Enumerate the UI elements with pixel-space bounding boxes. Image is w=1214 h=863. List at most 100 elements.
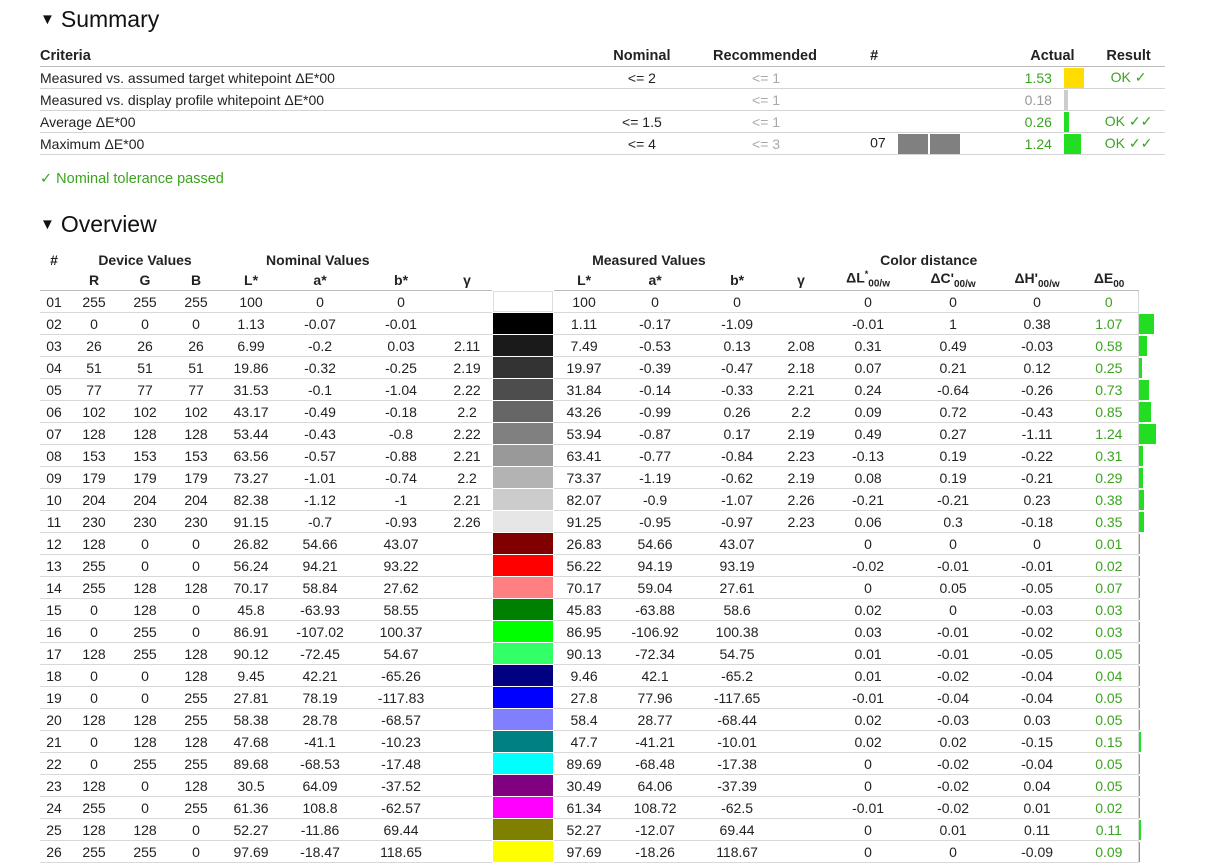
cell-r: 26 xyxy=(68,334,120,357)
cell-g: 128 xyxy=(120,818,170,841)
cell-mg xyxy=(778,840,825,863)
cell-nl: 58.38 xyxy=(222,708,281,731)
cell-ma: -41.21 xyxy=(614,730,697,753)
summary-actual: 1.53 xyxy=(1012,66,1064,89)
cell-mb: -1.07 xyxy=(696,488,779,511)
delta-e-bar xyxy=(1138,511,1144,532)
overview-section-toggle[interactable]: ▼ Overview xyxy=(40,211,157,238)
measured-patch-swatch xyxy=(897,133,928,154)
cell-dl: 0.01 xyxy=(824,664,913,687)
cell-de: 0.29 xyxy=(1080,466,1139,489)
cell-ng xyxy=(442,686,493,709)
cell-dh: -0.05 xyxy=(994,576,1081,599)
cell-dl: 0 xyxy=(824,774,913,797)
cell-ma: -0.14 xyxy=(614,378,697,401)
color-patch-swatch xyxy=(493,709,554,730)
cell-na: -0.57 xyxy=(280,444,361,467)
cell-dl: 0.08 xyxy=(824,466,913,489)
cell-dl: 0 xyxy=(824,840,913,863)
cell-g: 179 xyxy=(120,466,170,489)
cell-dc: 0.01 xyxy=(912,818,995,841)
measured-a-header: a* xyxy=(614,269,697,291)
cell-ma: -0.39 xyxy=(614,356,697,379)
cell-dh: -0.04 xyxy=(994,664,1081,687)
color-patch-swatch xyxy=(493,335,554,356)
cell-r: 0 xyxy=(68,620,120,643)
summary-criteria: Average ΔE*00 xyxy=(40,110,487,133)
delta-e-bar xyxy=(1138,489,1144,510)
cell-na: -63.93 xyxy=(280,598,361,621)
cell-dh: -0.22 xyxy=(994,444,1081,467)
cell-nb: 118.65 xyxy=(360,840,443,863)
cell-ma: -18.26 xyxy=(614,840,697,863)
delta-e-bar xyxy=(1138,621,1140,642)
delta-e-bar xyxy=(1138,357,1142,378)
cell-dl: 0.06 xyxy=(824,510,913,533)
delta-e-bar xyxy=(1138,665,1140,686)
cell-mg xyxy=(778,664,825,687)
cell-mb: 100.38 xyxy=(696,620,779,643)
cell-n: 18 xyxy=(40,664,68,687)
cell-dl: 0 xyxy=(824,532,913,555)
cell-b: 255 xyxy=(170,290,223,313)
cell-dh: 0 xyxy=(994,532,1081,555)
cell-ml: 70.17 xyxy=(554,576,615,599)
cell-mb: -62.5 xyxy=(696,796,779,819)
cell-ng: 2.2 xyxy=(442,400,493,423)
cell-n: 21 xyxy=(40,730,68,753)
cell-de: 0.05 xyxy=(1080,774,1139,797)
cell-ng: 2.19 xyxy=(442,356,493,379)
cell-na: 28.78 xyxy=(280,708,361,731)
cell-dc: 0 xyxy=(912,290,995,313)
overview-row: 05 77 77 77 31.53 -0.1 -1.04 2.22 31.84 -0.14 -0.3… xyxy=(40,378,1166,401)
cell-b: 128 xyxy=(170,664,223,687)
measured-b-header: b* xyxy=(696,269,779,291)
cell-de: 0.05 xyxy=(1080,752,1139,775)
overview-row: 18 0 0 128 9.45 42.21 -65.26 9.46 42.1 -65.2 0.01-… xyxy=(40,664,1166,687)
cell-na: 0 xyxy=(280,290,361,313)
cell-dh: -0.18 xyxy=(994,510,1081,533)
summary-section-toggle[interactable]: ▼ Summary xyxy=(40,6,159,33)
cell-n: 15 xyxy=(40,598,68,621)
target-patch-swatch xyxy=(929,133,960,154)
cell-nl: 89.68 xyxy=(222,752,281,775)
cell-dh: -0.02 xyxy=(994,620,1081,643)
cell-n: 16 xyxy=(40,620,68,643)
summary-criteria: Maximum ΔE*00 xyxy=(40,132,487,155)
cell-nb: 100.37 xyxy=(360,620,443,643)
cell-n: 23 xyxy=(40,774,68,797)
cell-dh: -0.15 xyxy=(994,730,1081,753)
cell-g: 128 xyxy=(120,598,170,621)
cell-n: 13 xyxy=(40,554,68,577)
cell-ml: 73.37 xyxy=(554,466,615,489)
summary-nominal: <= 2 xyxy=(486,66,683,89)
criteria-header: Criteria xyxy=(40,46,487,67)
cell-r: 128 xyxy=(68,532,120,555)
cell-ml: 61.34 xyxy=(554,796,615,819)
cell-r: 179 xyxy=(68,466,120,489)
cell-n: 11 xyxy=(40,510,68,533)
overview-row: 14 255 128 128 70.17 58.84 27.62 70.17 59.04 27.6… xyxy=(40,576,1166,599)
cell-mg xyxy=(778,796,825,819)
cell-dc: -0.21 xyxy=(912,488,995,511)
cell-mg xyxy=(778,290,825,313)
summary-criteria: Measured vs. display profile whitepoint … xyxy=(40,88,487,111)
cell-ma: -72.34 xyxy=(614,642,697,665)
cell-b: 102 xyxy=(170,400,223,423)
cell-g: 77 xyxy=(120,378,170,401)
cell-n: 05 xyxy=(40,378,68,401)
cell-nb: 69.44 xyxy=(360,818,443,841)
summary-actual: 1.24 xyxy=(1012,132,1064,155)
cell-b: 128 xyxy=(170,774,223,797)
cell-g: 255 xyxy=(120,620,170,643)
cell-na: 94.21 xyxy=(280,554,361,577)
cell-dh: -0.03 xyxy=(994,598,1081,621)
cell-mg: 2.23 xyxy=(778,444,825,467)
cell-g: 255 xyxy=(120,290,170,313)
cell-n: 19 xyxy=(40,686,68,709)
cell-r: 0 xyxy=(68,730,120,753)
cell-nl: 100 xyxy=(222,290,281,313)
color-patch-swatch xyxy=(493,423,554,444)
color-patch-swatch xyxy=(493,753,554,774)
cell-dc: 0.21 xyxy=(912,356,995,379)
